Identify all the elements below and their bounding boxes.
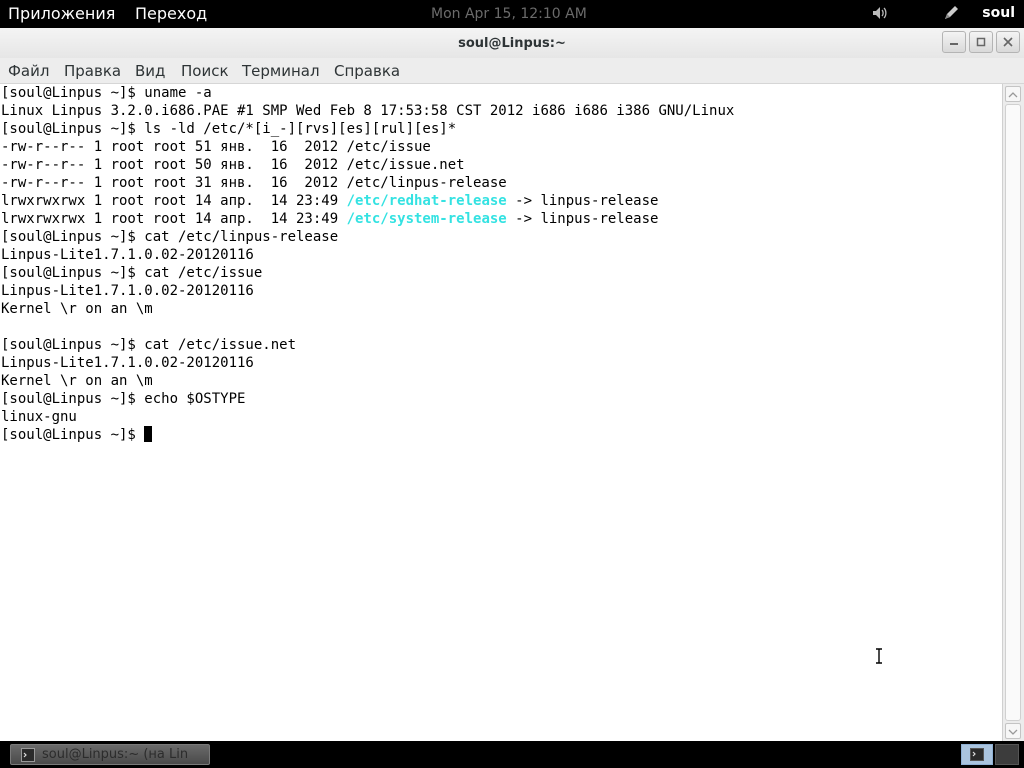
- taskbar-label: soul@Linpus:~ (на Lin: [42, 747, 189, 762]
- scroll-track[interactable]: [1005, 104, 1021, 721]
- chevron-up-icon: [1008, 92, 1018, 98]
- taskbar-terminal-button[interactable]: soul@Linpus:~ (на Lin: [10, 744, 210, 765]
- terminal-line: lrwxrwxrwx 1 root root 14 апр. 14 23:49 …: [1, 211, 659, 227]
- scroll-up-button[interactable]: [1005, 86, 1021, 102]
- terminal-line: Kernel \r on an \m: [1, 373, 153, 389]
- terminal-window: soul@Linpus:~ Файл Правка Вид Поиск Терм…: [0, 28, 1024, 741]
- pen-icon[interactable]: [942, 4, 960, 26]
- terminal-line: Linpus-Lite1.7.1.0.02-20120116: [1, 247, 254, 263]
- maximize-button[interactable]: [969, 31, 993, 53]
- terminal-line: [soul@Linpus ~]$ uname -a: [1, 85, 212, 101]
- terminal-line: lrwxrwxrwx 1 root root 14 апр. 14 23:49 …: [1, 193, 659, 209]
- terminal-line: -rw-r--r-- 1 root root 50 янв. 16 2012 /…: [1, 157, 465, 173]
- terminal-line: Linpus-Lite1.7.1.0.02-20120116: [1, 283, 254, 299]
- menu-file[interactable]: Файл: [8, 62, 49, 80]
- terminal-line: [soul@Linpus ~]$ ls -ld /etc/*[i_-][rvs]…: [1, 121, 457, 137]
- terminal-line: [soul@Linpus ~]$ echo $OSTYPE: [1, 391, 246, 407]
- top-panel: Приложения Переход Mon Apr 15, 12:10 AM …: [0, 0, 1024, 28]
- menu-terminal[interactable]: Терминал: [242, 62, 320, 80]
- terminal-icon: [21, 748, 35, 762]
- terminal-cursor: [144, 426, 153, 442]
- terminal-line: -rw-r--r-- 1 root root 31 янв. 16 2012 /…: [1, 175, 507, 191]
- terminal-line: Kernel \r on an \m: [1, 301, 153, 317]
- scrollbar[interactable]: [1002, 84, 1024, 741]
- applications-menu[interactable]: Приложения: [8, 4, 115, 23]
- bottom-panel: soul@Linpus:~ (на Lin: [0, 741, 1024, 768]
- workspace-1[interactable]: [961, 744, 993, 765]
- menu-help[interactable]: Справка: [334, 62, 400, 80]
- text-cursor-icon: [874, 648, 884, 668]
- chevron-down-icon: [1008, 729, 1018, 735]
- symlink-name: /etc/redhat-release: [346, 193, 507, 209]
- window-title: soul@Linpus:~: [458, 36, 566, 51]
- terminal-line: [soul@Linpus ~]$ cat /etc/issue.net: [1, 337, 297, 353]
- minimize-icon: [950, 43, 958, 45]
- terminal-line: [soul@Linpus ~]$: [0, 426, 1002, 444]
- terminal-line: linux-gnu: [1, 409, 77, 425]
- terminal-line: [soul@Linpus ~]$ cat /etc/linpus-release: [1, 229, 339, 245]
- terminal-icon: [970, 748, 984, 761]
- terminal-line: [soul@Linpus ~]$ cat /etc/issue: [1, 265, 263, 281]
- symlink-name: /etc/system-release: [346, 211, 507, 227]
- user-menu[interactable]: soul: [982, 5, 1015, 21]
- clock[interactable]: Mon Apr 15, 12:10 AM: [431, 6, 587, 22]
- terminal-output[interactable]: [soul@Linpus ~]$ uname -a Linux Linpus 3.…: [0, 84, 1002, 741]
- terminal-line: -rw-r--r-- 1 root root 51 янв. 16 2012 /…: [1, 139, 431, 155]
- maximize-icon: [976, 37, 986, 47]
- places-menu[interactable]: Переход: [135, 4, 207, 23]
- close-icon: [1003, 37, 1013, 47]
- minimize-button[interactable]: [942, 31, 966, 53]
- terminal-line: Linpus-Lite1.7.1.0.02-20120116: [1, 355, 254, 371]
- terminal-line: Linux Linpus 3.2.0.i686.PAE #1 SMP Wed F…: [1, 103, 735, 119]
- menubar: Файл Правка Вид Поиск Терминал Справка: [0, 58, 1024, 84]
- menu-view[interactable]: Вид: [135, 62, 165, 80]
- workspace-2[interactable]: [995, 744, 1019, 765]
- menu-search[interactable]: Поиск: [181, 62, 229, 80]
- menu-edit[interactable]: Правка: [64, 62, 121, 80]
- window-titlebar[interactable]: soul@Linpus:~: [0, 28, 1024, 58]
- speaker-icon[interactable]: [871, 4, 889, 26]
- scroll-down-button[interactable]: [1005, 723, 1021, 739]
- close-button[interactable]: [996, 31, 1020, 53]
